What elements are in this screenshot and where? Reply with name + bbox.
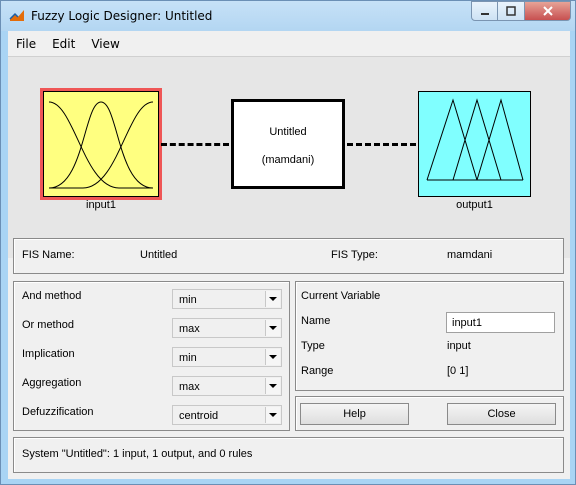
current-variable-heading: Current Variable	[301, 290, 381, 302]
implication-value: min	[179, 352, 197, 364]
fis-block-name: Untitled	[269, 126, 307, 138]
variable-name-value: input1	[452, 317, 482, 329]
implication-label: Implication	[22, 348, 75, 360]
chevron-down-icon	[265, 378, 280, 394]
and-method-label: And method	[22, 290, 82, 302]
input-variable-block[interactable]	[40, 88, 162, 200]
maximize-icon	[506, 6, 516, 16]
status-text: System "Untitled": 1 input, 1 output, an…	[22, 448, 253, 460]
maximize-button[interactable]	[498, 1, 525, 21]
close-button[interactable]: Close	[447, 403, 556, 425]
help-button[interactable]: Help	[300, 403, 409, 425]
variable-type-label: Type	[301, 340, 325, 352]
window-title: Fuzzy Logic Designer: Untitled	[31, 9, 213, 23]
matlab-app-icon	[9, 10, 24, 21]
menu-bar: File Edit View	[8, 31, 570, 56]
implication-select[interactable]: min	[172, 347, 282, 367]
or-method-label: Or method	[22, 319, 74, 331]
close-icon	[542, 6, 553, 16]
menu-view[interactable]: View	[83, 37, 127, 51]
client-area: File Edit View input1 Untitled (mamdani)	[8, 31, 570, 479]
defuzzification-select[interactable]: centroid	[172, 405, 282, 425]
output-variable-label: output1	[456, 199, 493, 211]
button-panel: Help Close	[295, 396, 564, 431]
fis-name-value: Untitled	[140, 249, 178, 261]
minimize-icon	[480, 13, 489, 15]
aggregation-label: Aggregation	[22, 377, 82, 389]
close-window-button[interactable]	[525, 1, 571, 21]
input-connector-line	[161, 143, 229, 146]
output-membership-curves	[426, 98, 524, 181]
chevron-down-icon	[265, 349, 280, 365]
variable-range-label: Range	[301, 365, 334, 377]
chevron-down-icon	[265, 291, 280, 307]
fis-diagram: input1 Untitled (mamdani) output1	[8, 56, 570, 258]
output-connector-line	[347, 143, 416, 146]
or-method-select[interactable]: max	[172, 318, 282, 338]
menu-edit[interactable]: Edit	[44, 37, 83, 51]
chevron-down-icon	[265, 407, 280, 423]
variable-type-value: input	[447, 340, 471, 352]
fis-block-type: (mamdani)	[261, 154, 315, 166]
methods-panel: And method min Or method max Implication…	[13, 281, 290, 431]
defuzzification-value: centroid	[179, 410, 219, 422]
window-controls	[471, 1, 571, 21]
output-variable-block[interactable]	[418, 91, 531, 197]
and-method-value: min	[179, 294, 197, 306]
aggregation-value: max	[179, 381, 200, 393]
aggregation-select[interactable]: max	[172, 376, 282, 396]
variable-name-input[interactable]: input1	[446, 312, 555, 333]
input-variable-label: input1	[86, 199, 116, 211]
app-window: Fuzzy Logic Designer: Untitled File Edit…	[0, 0, 576, 485]
and-method-select[interactable]: min	[172, 289, 282, 309]
menu-file[interactable]: File	[8, 37, 44, 51]
fis-name-label: FIS Name:	[22, 249, 75, 261]
defuzzification-label: Defuzzification	[22, 406, 94, 418]
minimize-button[interactable]	[471, 1, 498, 21]
chevron-down-icon	[265, 320, 280, 336]
or-method-value: max	[179, 323, 200, 335]
input-membership-curves	[48, 101, 154, 189]
variable-range-value: [0 1]	[447, 365, 469, 377]
fis-system-block[interactable]: Untitled (mamdani)	[231, 99, 345, 189]
fis-type-value: mamdani	[447, 249, 493, 261]
status-panel: System "Untitled": 1 input, 1 output, an…	[13, 437, 564, 473]
current-variable-panel: Current Variable Name input1 Type input …	[295, 281, 564, 391]
fis-info-panel: FIS Name: Untitled FIS Type: mamdani	[13, 238, 564, 274]
title-bar[interactable]: Fuzzy Logic Designer: Untitled	[1, 1, 575, 31]
fis-type-label: FIS Type:	[331, 249, 378, 261]
variable-name-label: Name	[301, 315, 331, 327]
